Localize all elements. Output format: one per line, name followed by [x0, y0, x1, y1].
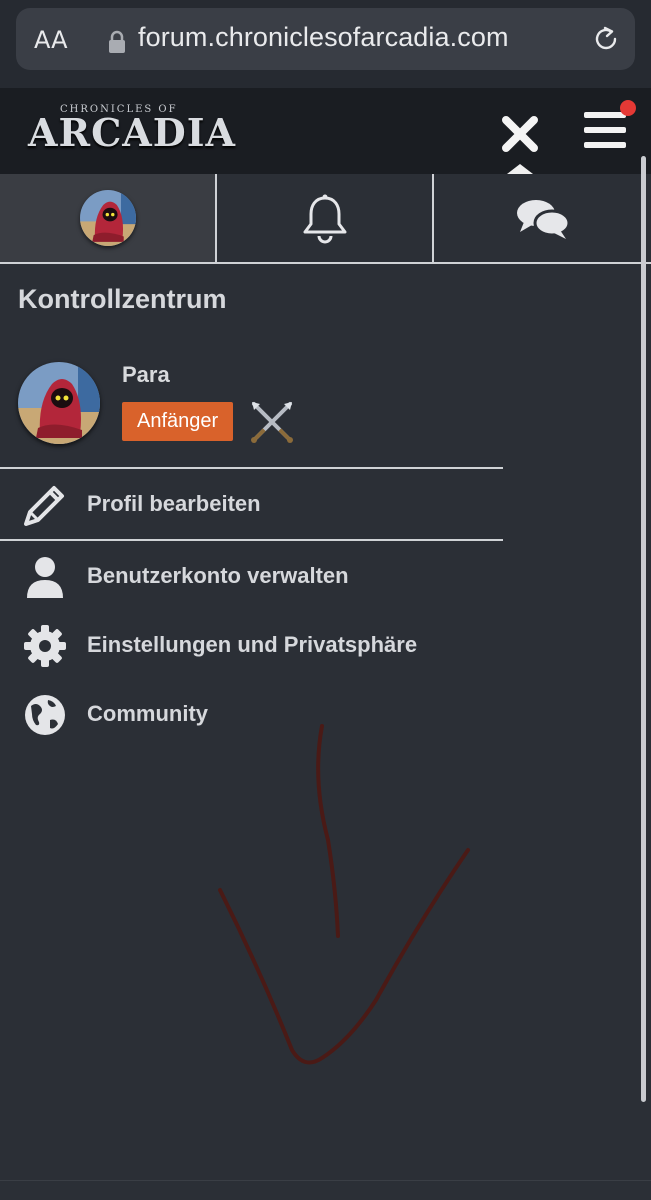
close-menu-button[interactable] — [500, 114, 540, 154]
chat-bubbles-icon — [517, 200, 570, 239]
tab-user[interactable] — [0, 174, 217, 262]
hand-drawn-arrow-annotation — [218, 724, 470, 1065]
pencil-icon — [24, 486, 64, 526]
rank-badge: Anfänger — [122, 402, 234, 441]
tab-conversations[interactable] — [434, 174, 651, 262]
site-logo[interactable]: CHRONICLES OF ARCADIA — [28, 104, 235, 160]
menu-item-label: Benutzerkonto verwalten — [87, 563, 349, 588]
active-menu-caret — [507, 164, 533, 174]
hamburger-line — [584, 112, 626, 118]
user-icon — [27, 557, 63, 598]
hamburger-line — [584, 142, 626, 148]
close-icon — [502, 116, 538, 152]
divider — [0, 539, 503, 541]
address-bar[interactable]: AA forum.chroniclesofarcadia.com — [16, 8, 635, 70]
panel-tabs — [0, 174, 651, 264]
notification-dot — [620, 100, 636, 116]
scrollbar[interactable] — [641, 156, 646, 1102]
reload-icon[interactable] — [591, 24, 621, 59]
hamburger-line — [584, 127, 626, 133]
username[interactable]: Para — [122, 362, 170, 388]
menu-item-edit-profile[interactable]: Profil bearbeiten — [0, 476, 600, 536]
reader-text-size-button[interactable]: AA — [34, 26, 68, 54]
lock-icon — [108, 30, 126, 59]
globe-icon — [25, 695, 65, 735]
hamburger-menu-button[interactable] — [584, 110, 628, 150]
avatar — [80, 190, 136, 246]
browser-toolbar: AA forum.chroniclesofarcadia.com — [0, 0, 651, 88]
menu-item-manage-account[interactable]: Benutzerkonto verwalten — [0, 548, 600, 608]
site-header: CHRONICLES OF ARCADIA — [0, 88, 651, 174]
crossed-swords-icon — [248, 398, 296, 451]
url-text[interactable]: forum.chroniclesofarcadia.com — [138, 22, 509, 53]
menu-item-label: Profil bearbeiten — [87, 491, 261, 516]
tab-notifications[interactable] — [217, 174, 434, 262]
user-avatar[interactable] — [18, 362, 100, 444]
divider — [0, 1180, 651, 1181]
menu-item-label: Community — [87, 701, 208, 726]
bell-icon — [303, 194, 347, 244]
menu-item-settings-privacy[interactable]: Einstellungen und Privatsphäre — [0, 617, 600, 677]
gear-icon — [24, 625, 66, 667]
divider — [0, 467, 503, 469]
logo-title: ARCADIA — [28, 110, 237, 155]
menu-item-label: Einstellungen und Privatsphäre — [87, 632, 418, 657]
panel-title: Kontrollzentrum — [18, 284, 227, 314]
